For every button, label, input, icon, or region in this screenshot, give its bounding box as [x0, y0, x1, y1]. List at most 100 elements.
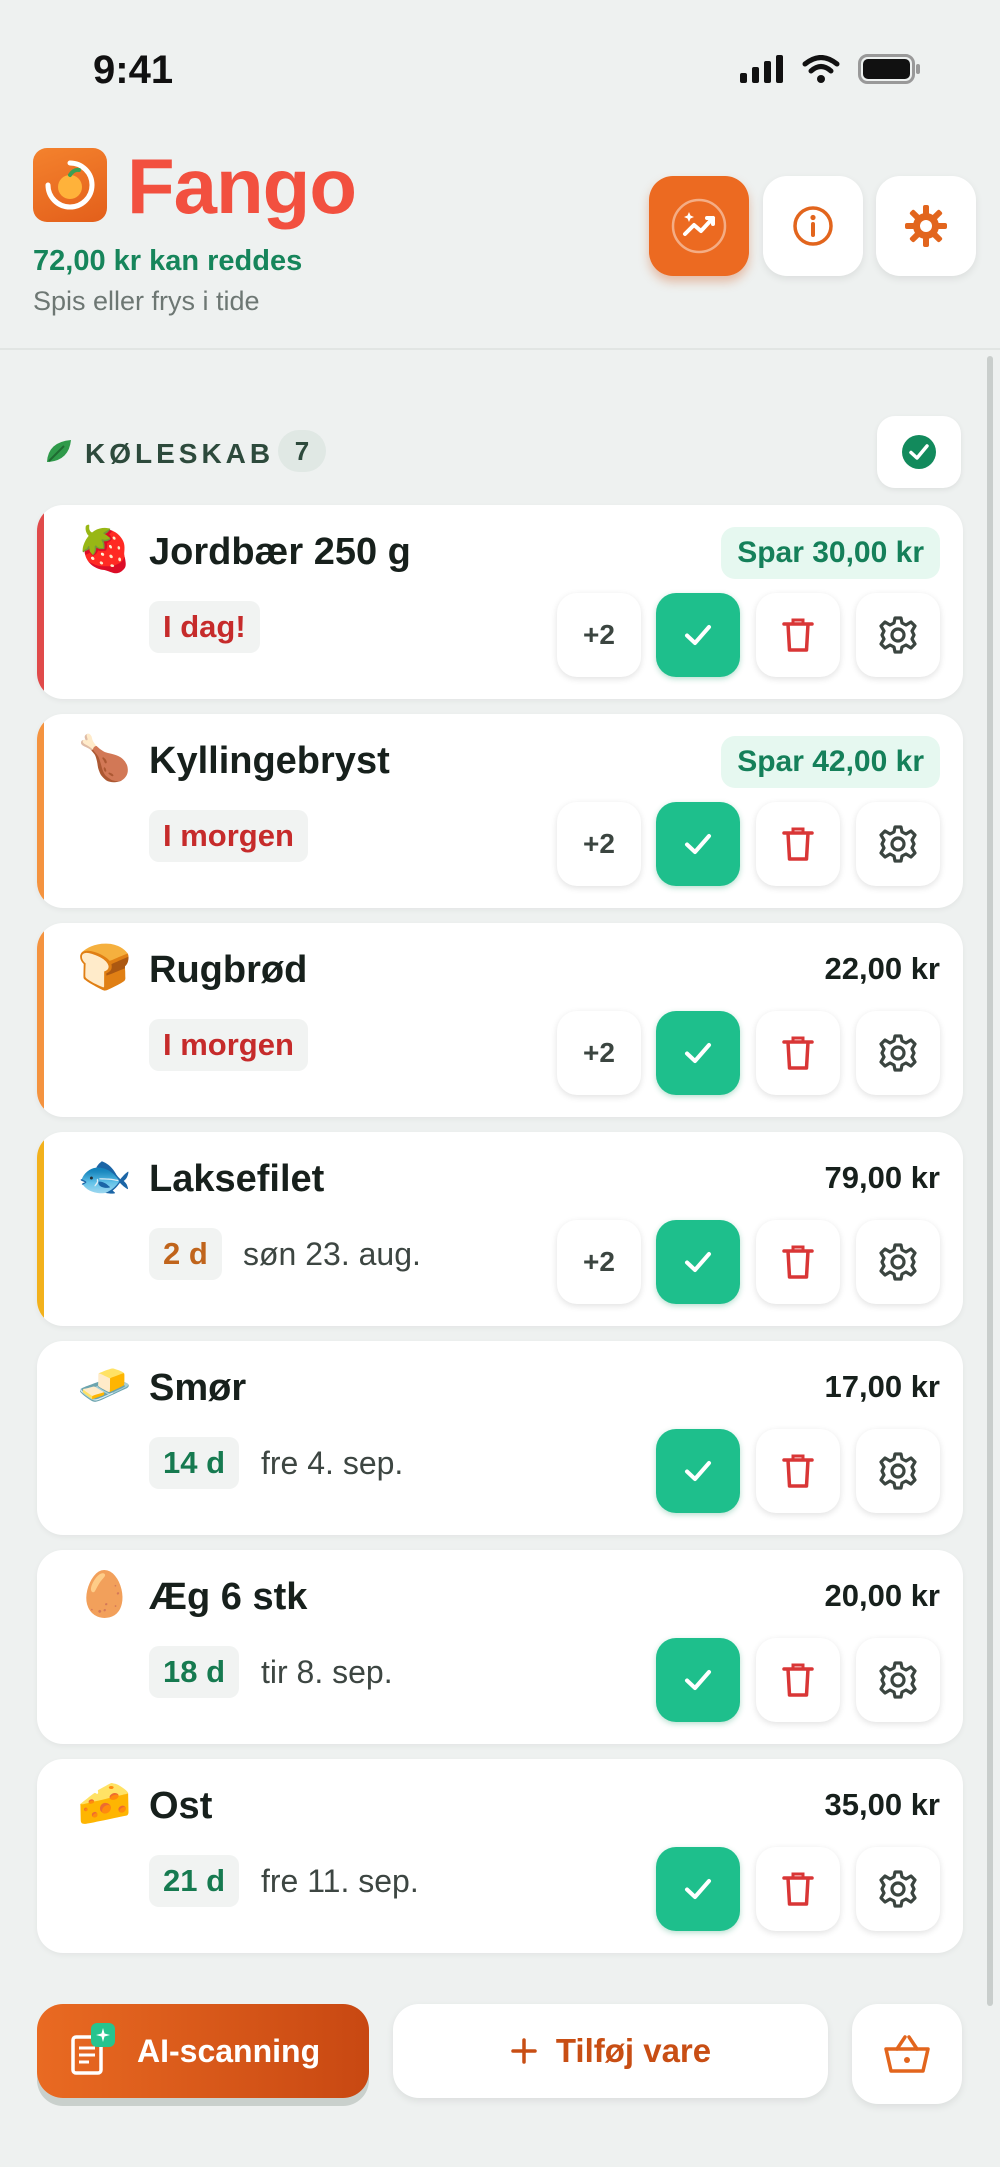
info-icon	[793, 206, 833, 246]
plus-icon	[511, 2038, 537, 2064]
cellular-signal-icon	[740, 55, 783, 83]
discard-button[interactable]	[756, 1220, 840, 1304]
food-emoji-icon: 🍗	[77, 733, 132, 784]
item-card[interactable]: 🧀 Ost 35,00 kr 21 d fre 11. sep.	[37, 1759, 963, 1953]
urgency-accent-bar	[37, 923, 44, 1117]
urgency-accent-bar	[37, 1132, 44, 1326]
item-price: 22,00 kr	[824, 951, 941, 986]
food-emoji-icon: 🍓	[77, 524, 132, 575]
app-logo-icon	[33, 148, 107, 222]
item-settings-button[interactable]	[856, 802, 940, 886]
add-item-label: Tilføj vare	[555, 2032, 712, 2069]
discard-button[interactable]	[756, 593, 840, 677]
food-emoji-icon: 🧀	[77, 1778, 132, 1829]
leaf-icon	[47, 440, 71, 462]
item-price: 35,00 kr	[824, 1787, 941, 1822]
expiry-badge: 21 d	[149, 1855, 240, 1907]
gear-icon	[879, 825, 917, 863]
mark-eaten-button[interactable]	[656, 802, 740, 886]
item-card[interactable]: 🐟 Laksefilet 79,00 kr 2 d søn 23. aug. +2	[37, 1132, 963, 1326]
settings-button[interactable]	[876, 176, 976, 276]
mark-eaten-button[interactable]	[656, 593, 740, 677]
item-card[interactable]: 🧈 Smør 17,00 kr 14 d fre 4. sep.	[37, 1341, 963, 1535]
discard-button[interactable]	[756, 1847, 840, 1931]
urgency-accent-bar	[37, 714, 44, 908]
discard-button[interactable]	[756, 1429, 840, 1513]
check-icon	[685, 1461, 711, 1481]
expiry-badge: I dag!	[149, 601, 260, 653]
urgency-accent-bar	[37, 505, 44, 699]
add-item-button[interactable]: Tilføj vare	[393, 2004, 828, 2098]
food-emoji-icon: 🧈	[77, 1360, 132, 1411]
section-header-fridge: KØLESKAB 7	[40, 416, 964, 500]
item-settings-button[interactable]	[856, 593, 940, 677]
item-name: Smør	[149, 1367, 247, 1409]
section-count-badge: 7	[278, 430, 326, 472]
item-name: Laksefilet	[149, 1158, 325, 1200]
discard-button[interactable]	[756, 1011, 840, 1095]
trash-icon	[782, 1663, 814, 1697]
item-name: Kyllingebryst	[149, 740, 390, 782]
gear-icon	[879, 1034, 917, 1072]
status-bar: 9:41	[0, 0, 1000, 140]
item-card[interactable]: 🥚 Æg 6 stk 20,00 kr 18 d tir 8. sep.	[37, 1550, 963, 1744]
item-price: 20,00 kr	[824, 1578, 941, 1613]
item-card[interactable]: 🍗 Kyllingebryst Spar 42,00 kr I morgen +2	[37, 714, 963, 908]
check-icon	[685, 1252, 711, 1272]
trash-icon	[782, 618, 814, 652]
food-emoji-icon: 🐟	[77, 1151, 132, 1202]
extend-days-button[interactable]: +2	[557, 802, 641, 886]
item-name: Jordbær 250 g	[149, 531, 411, 573]
food-emoji-icon: 🥚	[77, 1569, 132, 1620]
info-button[interactable]	[763, 176, 863, 276]
gear-icon	[879, 1452, 917, 1490]
wifi-icon	[802, 55, 840, 83]
status-time: 9:41	[93, 48, 174, 92]
item-settings-button[interactable]	[856, 1220, 940, 1304]
item-card[interactable]: 🍓 Jordbær 250 g Spar 30,00 kr I dag! +2	[37, 505, 963, 699]
item-card[interactable]: 🍞 Rugbrød 22,00 kr I morgen +2	[37, 923, 963, 1117]
scan-receipt-icon	[71, 2023, 115, 2075]
trash-icon	[782, 1872, 814, 1906]
expiry-badge: 14 d	[149, 1437, 240, 1489]
check-icon	[685, 625, 711, 645]
gear-icon	[905, 205, 947, 247]
food-emoji-icon: 🍞	[77, 942, 132, 993]
item-name: Ost	[149, 1785, 213, 1827]
mark-eaten-button[interactable]	[656, 1847, 740, 1931]
expiry-badge: 18 d	[149, 1646, 240, 1698]
check-icon	[685, 1043, 711, 1063]
check-icon	[685, 834, 711, 854]
expiry-date: fre 4. sep.	[261, 1445, 404, 1481]
gear-icon	[879, 616, 917, 654]
scrollbar[interactable]	[987, 356, 993, 2006]
mark-eaten-button[interactable]	[656, 1429, 740, 1513]
gear-icon	[879, 1243, 917, 1281]
item-settings-button[interactable]	[856, 1847, 940, 1931]
discard-button[interactable]	[756, 1638, 840, 1722]
extend-days-button[interactable]: +2	[557, 1011, 641, 1095]
trash-icon	[782, 1454, 814, 1488]
basket-icon	[884, 2035, 930, 2073]
gear-icon	[879, 1870, 917, 1908]
extend-days-button[interactable]: +2	[557, 593, 641, 677]
shopping-basket-button[interactable]	[852, 2004, 962, 2104]
discard-button[interactable]	[756, 802, 840, 886]
item-settings-button[interactable]	[856, 1638, 940, 1722]
mark-eaten-button[interactable]	[656, 1011, 740, 1095]
extend-days-button[interactable]: +2	[557, 1220, 641, 1304]
app-subtitle: Spis eller frys i tide	[33, 286, 260, 316]
mark-eaten-button[interactable]	[656, 1638, 740, 1722]
item-settings-button[interactable]	[856, 1011, 940, 1095]
app-title: Fango	[127, 142, 357, 230]
item-name: Rugbrød	[149, 949, 308, 991]
mark-all-button[interactable]	[877, 416, 961, 488]
savings-summary: 72,00 kr kan reddes	[33, 245, 303, 277]
item-settings-button[interactable]	[856, 1429, 940, 1513]
mark-eaten-button[interactable]	[656, 1220, 740, 1304]
check-icon	[685, 1879, 711, 1899]
ai-scanning-button[interactable]: AI-scanning	[37, 2004, 369, 2098]
expiry-badge: I morgen	[149, 810, 308, 862]
insights-button[interactable]	[649, 176, 749, 276]
bottom-action-bar: AI-scanning Tilføj vare	[0, 1982, 1000, 2167]
